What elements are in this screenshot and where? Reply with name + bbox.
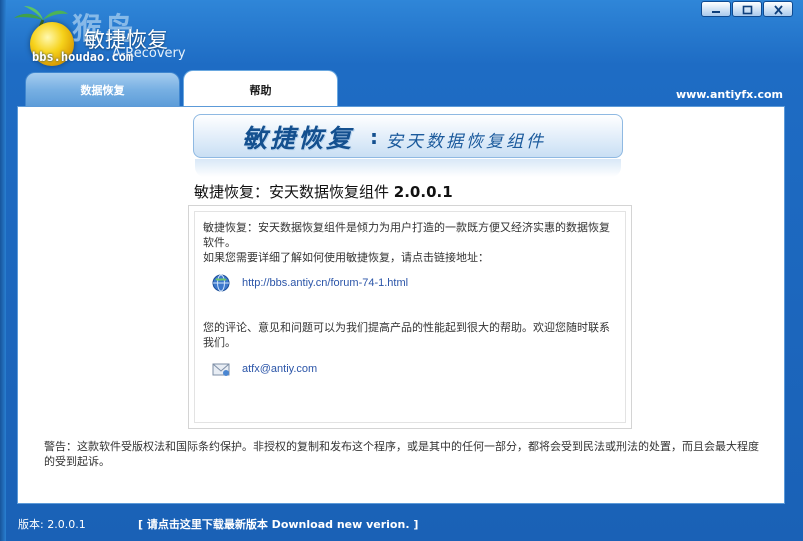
forum-link[interactable]: http://bbs.antiy.cn/forum-74-1.html	[242, 277, 408, 289]
globe-icon	[212, 274, 230, 292]
product-version: 2.0.0.1	[393, 183, 453, 201]
help-panel: 敏捷恢复 : 安天数据恢复组件 敏捷恢复：安天数据恢复组件 2.0.0.1 敏捷…	[17, 106, 785, 504]
watermark-url: bbs.houdao.com	[32, 50, 134, 64]
maximize-icon	[742, 5, 753, 15]
minimize-button[interactable]	[701, 1, 731, 17]
link-instruction: 如果您需要详细了解如何使用敏捷恢复，请点击链接地址：	[203, 251, 489, 264]
tab-data-recovery[interactable]: 数据恢复	[25, 72, 180, 106]
maximize-button[interactable]	[732, 1, 762, 17]
title-bar[interactable]: 猴岛 敏捷恢复 A-Recovery bbs.houdao.com	[0, 0, 803, 72]
forum-link-row[interactable]: http://bbs.antiy.cn/forum-74-1.html	[212, 274, 408, 292]
intro-paragraph: 敏捷恢复：安天数据恢复组件是倾力为用户打造的一款既方便又经济实惠的数据恢复软件。	[203, 221, 610, 249]
email-link-row[interactable]: atfx@antiy.com	[212, 360, 317, 378]
banner-title: 敏捷恢复	[242, 124, 355, 153]
download-update-link[interactable]: [ 请点击这里下载最新版本 Download new verion. ]	[138, 516, 418, 532]
info-box: 敏捷恢复：安天数据恢复组件是倾力为用户打造的一款既方便又经济实惠的数据恢复软件。…	[188, 205, 632, 429]
email-link[interactable]: atfx@antiy.com	[242, 363, 317, 375]
status-bar: 版本: 2.0.0.1 [ 请点击这里下载最新版本 Download new v…	[0, 504, 803, 541]
info-inner: 敏捷恢复：安天数据恢复组件是倾力为用户打造的一款既方便又经济实惠的数据恢复软件。…	[194, 211, 626, 423]
product-banner: 敏捷恢复 : 安天数据恢复组件	[193, 114, 623, 158]
minimize-icon	[712, 11, 720, 13]
copyright-warning: 警告：这款软件受版权法和国际条约保护。非授权的复制和发布这个程序，或是其中的任何…	[44, 440, 759, 468]
product-heading: 敏捷恢复：安天数据恢复组件 2.0.0.1	[194, 181, 453, 202]
app-window: 猴岛 敏捷恢复 A-Recovery bbs.houdao.com 数据恢复 帮…	[0, 0, 803, 541]
close-icon	[774, 5, 783, 15]
window-controls	[700, 1, 793, 17]
close-button[interactable]	[763, 1, 793, 17]
product-name: 敏捷恢复：安天数据恢复组件	[194, 183, 390, 201]
site-url-link[interactable]: www.antiyfx.com	[676, 88, 783, 101]
banner-subtitle: 安天数据恢复组件	[386, 132, 546, 152]
feedback-paragraph: 您的评论、意见和问题可以为我们提高产品的性能起到很大的帮助。欢迎您随时联系我们。	[203, 321, 610, 349]
window-left-edge	[0, 0, 6, 541]
tab-help[interactable]: 帮助	[183, 70, 338, 108]
envelope-icon	[212, 363, 230, 376]
banner-colon: :	[370, 125, 378, 149]
version-label: 版本: 2.0.0.1	[18, 518, 86, 531]
banner-reflection	[195, 159, 621, 177]
